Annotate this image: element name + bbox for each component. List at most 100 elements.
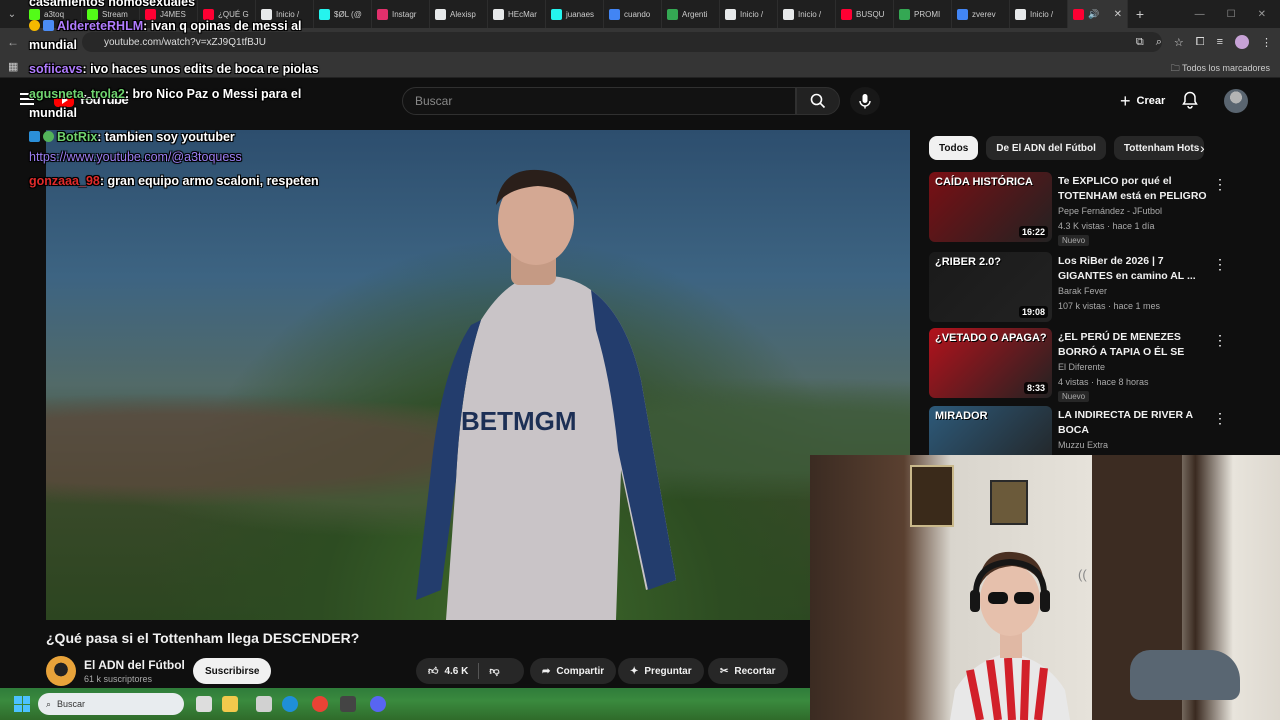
video-thumbnail[interactable]: ¿VETADO O APAGA? 8:33 bbox=[929, 328, 1052, 398]
tab-label: zverev bbox=[972, 9, 996, 19]
zoom-icon[interactable]: ⌕ bbox=[1156, 36, 1162, 49]
share-button[interactable]: ➦ Compartir bbox=[530, 658, 617, 684]
browser-tab[interactable]: PROMI bbox=[894, 0, 952, 28]
account-avatar[interactable] bbox=[1224, 89, 1248, 113]
subscribe-button[interactable]: Suscribirse bbox=[193, 658, 272, 684]
browser-tab[interactable]: BUSQU bbox=[836, 0, 894, 28]
share-icon: ➦ bbox=[542, 665, 551, 677]
video-thumbnail[interactable]: CAÍDA HISTÓRICA 16:22 bbox=[929, 172, 1052, 242]
youtube-icon bbox=[1073, 8, 1084, 20]
browser-tab[interactable]: $ØL (@ bbox=[314, 0, 372, 28]
url-field[interactable]: youtube.com/watch?v=xZJ9Q1tfBJU bbox=[82, 32, 1162, 52]
close-tab-icon[interactable]: ✕ bbox=[1114, 9, 1122, 20]
new-badge: Nuevo bbox=[1058, 235, 1090, 246]
task-view-icon[interactable] bbox=[196, 696, 212, 712]
suggested-video-title[interactable]: Los RiBer de 2026 | 7 GIGANTES en camino… bbox=[1058, 254, 1208, 284]
file-explorer-icon[interactable] bbox=[222, 696, 238, 712]
more-options-icon[interactable]: ⋮ bbox=[1213, 176, 1227, 193]
chevron-right-icon[interactable]: › bbox=[1200, 140, 1205, 156]
tab-label: BUSQU bbox=[856, 9, 885, 19]
suggested-video[interactable]: ¿RIBER 2.0? 19:08 Los RiBer de 2026 | 7 GI… bbox=[929, 252, 1229, 324]
tab-favicon-icon bbox=[551, 8, 562, 20]
microphone-icon bbox=[859, 94, 871, 109]
chrome-icon[interactable] bbox=[312, 696, 328, 712]
toolbar-icons: ⧉ ⌕ ☆ ⧠ ≡ ⋮ bbox=[1136, 28, 1272, 56]
tab-active[interactable]: 🔊 ✕ bbox=[1068, 0, 1128, 28]
video-player[interactable]: BETMGM bbox=[46, 130, 910, 620]
extensions-icon[interactable]: ⧠ bbox=[1196, 36, 1205, 49]
suggested-channel[interactable]: Barak Fever bbox=[1058, 286, 1107, 296]
apps-grid-icon[interactable]: ▦ bbox=[8, 60, 18, 73]
browser-tab[interactable]: juanaes bbox=[546, 0, 604, 28]
more-options-icon[interactable]: ⋮ bbox=[1213, 332, 1227, 349]
obs-icon[interactable] bbox=[340, 696, 356, 712]
browser-tab[interactable]: cuando bbox=[604, 0, 662, 28]
profile-avatar[interactable] bbox=[1235, 35, 1249, 49]
suggested-video-title[interactable]: Te EXPLICO por qué el TOTENHAM está en P… bbox=[1058, 174, 1208, 204]
tab-label: Inicio / bbox=[798, 9, 822, 19]
suggested-video[interactable]: ¿VETADO O APAGA? 8:33 ¿EL PERÚ DE MENEZES … bbox=[929, 328, 1229, 402]
suggested-channel[interactable]: El Diferente bbox=[1058, 362, 1105, 372]
tab-label: Inicio / bbox=[740, 9, 764, 19]
more-options-icon[interactable]: ⋮ bbox=[1213, 256, 1227, 273]
chip-channel[interactable]: De El ADN del Fútbol bbox=[986, 136, 1106, 160]
create-button[interactable]: + Crear bbox=[1108, 87, 1177, 115]
browser-tab[interactable]: zverev bbox=[952, 0, 1010, 28]
ask-button[interactable]: ✦ Preguntar bbox=[618, 658, 704, 684]
browser-tab[interactable]: Inicio / bbox=[720, 0, 778, 28]
dislike-icon[interactable]: 👎︎ bbox=[489, 665, 499, 677]
video-thumbnail[interactable]: ¿RIBER 2.0? 19:08 bbox=[929, 252, 1052, 322]
chat-message: casamientos homosexuales bbox=[29, 0, 196, 9]
star-icon[interactable]: ☆ bbox=[1174, 36, 1184, 49]
suggested-video[interactable]: CAÍDA HISTÓRICA 16:22 Te EXPLICO por qué e… bbox=[929, 172, 1229, 246]
clip-button[interactable]: ✂ Recortar bbox=[708, 658, 788, 684]
store-icon[interactable] bbox=[256, 696, 272, 712]
tab-favicon-icon bbox=[1015, 8, 1026, 20]
channel-avatar[interactable] bbox=[46, 656, 76, 686]
new-tab-button[interactable]: + bbox=[1128, 6, 1152, 22]
more-menu-icon[interactable]: ⋮ bbox=[1261, 36, 1272, 49]
webcam-overlay: (( bbox=[810, 455, 1280, 720]
taskbar-search[interactable]: ⌕ Buscar bbox=[38, 693, 184, 715]
more-options-icon[interactable]: ⋮ bbox=[1213, 410, 1227, 427]
chip-all[interactable]: Todos bbox=[929, 136, 979, 160]
windows-taskbar: ⌕ Buscar bbox=[0, 688, 810, 720]
suggested-channel[interactable]: Pepe Fernández - JFutbol bbox=[1058, 206, 1162, 216]
browser-tab[interactable]: Alexisp bbox=[430, 0, 488, 28]
tab-label: $ØL (@ bbox=[334, 9, 362, 19]
like-icon[interactable]: 👍︎ bbox=[428, 665, 438, 677]
notifications-bell-icon[interactable] bbox=[1182, 91, 1198, 109]
chat-link[interactable]: https://www.youtube.com/@a3toquess bbox=[29, 149, 242, 166]
windows-start-icon[interactable] bbox=[14, 696, 30, 712]
cast-icon[interactable]: ⧉ bbox=[1136, 36, 1144, 49]
window-controls: — ☐ ✕ bbox=[1195, 9, 1280, 20]
tab-favicon-icon bbox=[609, 8, 620, 20]
like-count[interactable]: 4.6 K bbox=[444, 666, 468, 677]
browser-tab[interactable]: Inicio / bbox=[778, 0, 836, 28]
back-icon[interactable]: ← bbox=[0, 35, 26, 49]
browser-tab[interactable]: HEcMar bbox=[488, 0, 546, 28]
channel-name[interactable]: El ADN del Fútbol bbox=[84, 658, 185, 672]
voice-search-button[interactable] bbox=[850, 87, 880, 115]
suggested-video-title[interactable]: ¿EL PERÚ DE MENEZES BORRÓ A TAPIA O ÉL S… bbox=[1058, 330, 1208, 360]
suggested-views: 4 vistas · hace 8 horas bbox=[1058, 377, 1149, 387]
tab-label: Argenti bbox=[682, 9, 708, 19]
chip-tottenham[interactable]: Tottenham Hots bbox=[1113, 136, 1204, 160]
wall-poster bbox=[990, 480, 1028, 525]
maximize-icon[interactable]: ☐ bbox=[1227, 9, 1236, 20]
suggested-video-title[interactable]: LA INDIRECTA DE RIVER A BOCA bbox=[1058, 408, 1208, 438]
edge-icon[interactable] bbox=[282, 696, 298, 712]
search-input[interactable]: Buscar bbox=[402, 87, 796, 115]
search-button[interactable] bbox=[796, 87, 840, 115]
search-icon: ⌕ bbox=[46, 698, 52, 709]
browser-tab[interactable]: Inicio / bbox=[1010, 0, 1068, 28]
close-window-icon[interactable]: ✕ bbox=[1258, 9, 1266, 20]
discord-icon[interactable] bbox=[370, 696, 386, 712]
minimize-icon[interactable]: — bbox=[1195, 9, 1205, 20]
browser-tab[interactable]: Argenti bbox=[662, 0, 720, 28]
all-bookmarks[interactable]: 🗀 Todos los marcadores bbox=[1171, 61, 1270, 77]
reading-list-icon[interactable]: ≡ bbox=[1217, 36, 1223, 48]
suggested-channel[interactable]: Muzzu Extra bbox=[1058, 440, 1108, 450]
tab-search-icon[interactable]: ⌄ bbox=[0, 0, 24, 28]
browser-tab[interactable]: Instagr bbox=[372, 0, 430, 28]
